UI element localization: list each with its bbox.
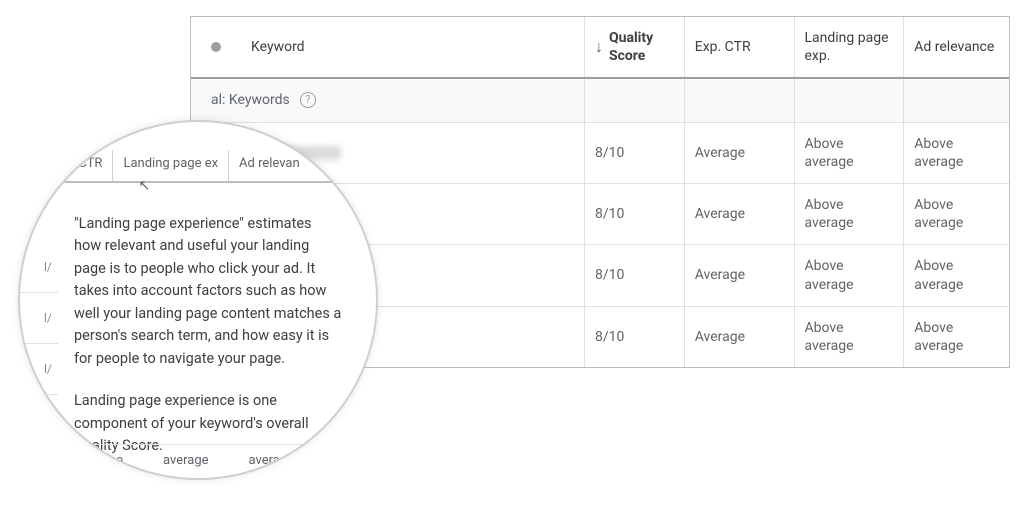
table-subheader: al: Keywords ? [191,79,1009,122]
quality-score-cell: 8/10 [585,245,685,305]
status-dot-icon [211,42,221,52]
left-stub-row: l/ [20,344,58,395]
col-exp-ctr[interactable]: Exp. CTR [685,17,795,77]
subheader-ctr [685,79,795,121]
subheader-keyword: al: Keywords ? [191,79,585,121]
tab-landing-page-exp-label: Landing page ex [123,156,218,171]
landing-page-exp-cell: Above average [795,123,905,183]
col-quality-score[interactable]: ↓ Quality Score [585,17,685,77]
quality-score-cell: 8/10 [585,123,685,183]
footer-cell: avera [249,453,280,468]
footer-cell: e [116,453,123,468]
landing-page-exp-cell: Above average [795,184,905,244]
left-stub-row: l/ [20,242,58,293]
ad-relevance-cell: Above average [904,184,1009,244]
col-ad-relevance-label: Ad relevance [914,38,994,56]
magnifier-footer-row: e average avera [60,444,336,468]
table-header-row: Keyword ↓ Quality Score Exp. CTR Landing… [191,17,1009,79]
col-landing-page-exp[interactable]: Landing page exp. [795,17,905,77]
subheader-label: al: Keywords [211,91,290,109]
subheader-ar [904,79,1009,121]
exp-ctr-cell: Average [685,184,795,244]
col-keyword-label: Keyword [251,38,305,56]
col-quality-score-label: Quality Score [609,29,674,65]
exp-ctr-cell: Average [685,307,795,367]
left-stub-row: l/ [20,293,58,344]
ad-relevance-cell: Above average [904,307,1009,367]
quality-score-cell: 8/10 [585,307,685,367]
landing-page-exp-cell: Above average [795,307,905,367]
col-exp-ctr-label: Exp. CTR [695,38,751,56]
sort-arrow-down-icon: ↓ [595,37,603,58]
col-landing-page-exp-label: Landing page exp. [805,29,894,65]
col-ad-relevance[interactable]: Ad relevance [904,17,1009,77]
landing-page-exp-cell: Above average [795,245,905,305]
ad-relevance-cell: Above average [904,123,1009,183]
quality-score-cell: 8/10 [585,184,685,244]
exp-ctr-cell: Average [685,123,795,183]
subheader-lpe [795,79,905,121]
cursor-pointer-icon: ↖ [138,178,150,194]
tab-exp-ctr[interactable]: xp. CTR [48,150,112,181]
ad-relevance-cell: Above average [904,245,1009,305]
exp-ctr-cell: Average [685,245,795,305]
magnifier-left-stub: l/ l/ l/ [20,242,58,395]
tooltip-body: "Landing page experience" estimates how … [20,183,376,480]
tab-ad-relevance[interactable]: Ad relevan [229,150,310,181]
help-icon[interactable]: ? [300,92,316,108]
tab-landing-page-exp[interactable]: Landing page ex ↖ [112,150,229,181]
tooltip-paragraph: "Landing page experience" estimates how … [74,213,342,370]
footer-cell: average [163,453,209,468]
magnifier-zoom: xp. CTR Landing page ex ↖ Ad relevan l/ … [18,120,378,480]
col-keyword[interactable]: Keyword [191,17,585,77]
subheader-qs [585,79,685,121]
